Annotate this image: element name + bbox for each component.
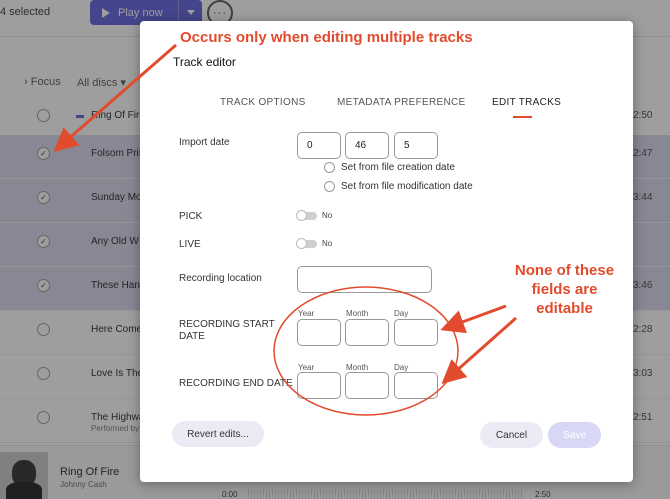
end-year-label: Year [298,363,315,372]
radio-label: Set from file creation date [341,162,455,173]
start-month-input[interactable] [345,319,389,346]
start-year-label: Year [298,309,315,318]
annotation-multiple-tracks: Occurs only when editing multiple tracks [180,29,473,46]
radio-button[interactable] [324,162,335,173]
import-date-field-1[interactable]: 0 [297,132,341,159]
end-day-label: Day [394,363,409,372]
radio-label: Set from file modification date [341,181,473,192]
live-toggle[interactable] [296,238,317,249]
live-value: No [322,239,333,248]
recording-location-label: Recording location [179,273,262,284]
radio-button[interactable] [324,181,335,192]
start-day-input[interactable] [394,319,438,346]
pick-value: No [322,211,333,220]
end-month-label: Month [346,363,369,372]
annotation-not-editable: None of these fields are editable [514,262,615,317]
tab-track-options[interactable]: TRACK OPTIONS [220,97,306,108]
revert-edits-button[interactable]: Revert edits... [172,421,264,447]
radio-file-modification-date[interactable]: Set from file modification date [324,181,473,192]
active-tab-indicator [513,116,532,118]
import-date-label: Import date [179,137,230,148]
track-editor-dialog: Track editor TRACK OPTIONS METADATA PREF… [140,21,633,482]
cancel-button[interactable]: Cancel [480,422,543,448]
dialog-tabs: TRACK OPTIONS METADATA PREFERENCE EDIT T… [140,97,633,119]
end-month-input[interactable] [345,372,389,399]
live-label: LIVE [179,239,201,250]
recording-end-date-label: RECORDING END DATE [179,378,293,389]
tab-edit-tracks[interactable]: EDIT TRACKS [492,97,561,108]
tab-metadata-preference[interactable]: METADATA PREFERENCE [337,97,466,108]
toggle-knob [296,238,307,249]
start-year-input[interactable] [297,319,341,346]
toggle-knob [296,210,307,221]
recording-location-input[interactable] [297,266,432,293]
pick-toggle[interactable] [296,210,317,221]
import-date-field-3[interactable]: 5 [394,132,438,159]
start-month-label: Month [346,309,369,318]
dialog-title: Track editor [173,55,236,69]
end-year-input[interactable] [297,372,341,399]
recording-start-date-label: RECORDING START DATE [179,319,275,342]
start-day-label: Day [394,309,409,318]
pick-label: PICK [179,211,203,222]
radio-file-creation-date[interactable]: Set from file creation date [324,162,455,173]
end-day-input[interactable] [394,372,438,399]
import-date-field-2[interactable]: 46 [345,132,389,159]
save-button[interactable]: Save [548,422,601,448]
